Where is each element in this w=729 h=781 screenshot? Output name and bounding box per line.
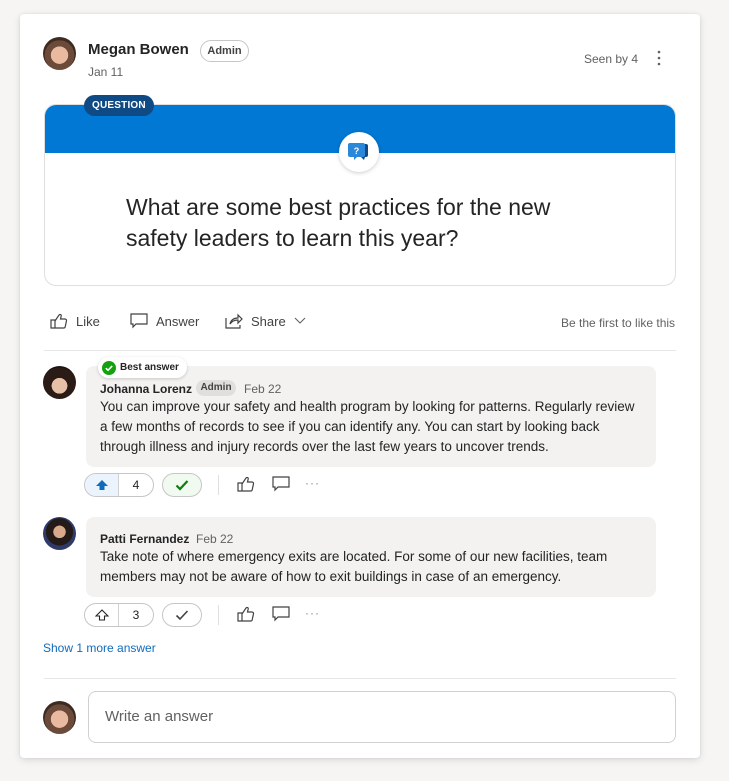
comment-icon [272, 476, 290, 492]
reply-answer-button[interactable] [272, 606, 290, 627]
comment-icon [130, 313, 148, 329]
best-answer-badge: Best answer [98, 357, 187, 378]
like-button[interactable]: Like [50, 313, 100, 329]
checkmark-icon [175, 480, 189, 491]
answer-text: Take note of where emergency exits are l… [100, 549, 608, 584]
arrow-up-outline-icon [94, 609, 109, 621]
check-circle-icon [102, 360, 116, 375]
reply-answer-button[interactable] [272, 476, 290, 497]
separator [218, 605, 219, 625]
divider [44, 350, 676, 351]
answer-date: Feb 22 [196, 532, 234, 546]
question-text: What are some best practices for the new… [126, 194, 551, 251]
question-type-label: QUESTION [84, 95, 154, 116]
arrow-up-filled-icon [95, 480, 108, 490]
like-answer-button[interactable] [237, 606, 255, 627]
upvote-control[interactable]: 3 [84, 603, 154, 627]
answer-label: Answer [156, 313, 200, 329]
seen-by-count[interactable]: Seen by 4 [584, 52, 638, 66]
like-answer-button[interactable] [237, 476, 255, 497]
share-label: Share [251, 313, 286, 329]
admin-badge: Admin [200, 40, 249, 62]
upvote-button[interactable] [85, 474, 119, 496]
question-bubble-icon: ? [339, 132, 379, 172]
comment-icon [272, 606, 290, 622]
chevron-down-icon [294, 317, 306, 324]
answer-input[interactable]: Write an answer [88, 691, 676, 743]
separator [218, 475, 219, 495]
mark-best-button[interactable] [162, 473, 202, 497]
post-date: Jan 11 [88, 65, 124, 79]
upvote-count: 4 [132, 478, 140, 492]
mark-best-button[interactable] [162, 603, 202, 627]
best-answer-label: Best answer [120, 362, 179, 373]
like-status: Be the first to like this [561, 316, 676, 330]
upvote-button[interactable] [85, 604, 119, 626]
checkmark-outline-icon [175, 610, 189, 621]
upvote-control[interactable]: 4 [84, 473, 154, 497]
author-avatar[interactable] [43, 37, 76, 70]
share-button[interactable]: Share [225, 313, 306, 329]
more-horizontal-icon[interactable]: ··· [305, 606, 320, 620]
more-vertical-icon[interactable] [654, 49, 664, 67]
answer-author-avatar[interactable] [43, 517, 76, 550]
upvote-count: 3 [132, 608, 140, 622]
show-more-answers-link[interactable]: Show 1 more answer [43, 641, 156, 655]
thumbs-up-icon [237, 606, 255, 622]
answer-author[interactable]: Johanna Lorenz [100, 382, 192, 396]
admin-badge: Admin [196, 380, 236, 396]
share-icon [225, 313, 243, 329]
answer-author[interactable]: Patti Fernandez [100, 532, 189, 546]
author-name[interactable]: Megan Bowen [88, 41, 189, 58]
svg-text:?: ? [354, 146, 360, 156]
current-user-avatar [43, 701, 76, 734]
divider [44, 678, 676, 679]
answer-text: You can improve your safety and health p… [100, 399, 635, 454]
more-horizontal-icon[interactable]: ··· [305, 476, 320, 490]
question-post-card: Megan Bowen Admin Jan 11 Seen by 4 QUEST… [20, 14, 700, 758]
thumbs-up-icon [237, 476, 255, 492]
answer-author-avatar[interactable] [43, 366, 76, 399]
thumbs-up-icon [50, 313, 68, 329]
like-label: Like [76, 313, 100, 329]
answer-button[interactable]: Answer [130, 313, 199, 329]
answer-date: Feb 22 [244, 382, 282, 396]
